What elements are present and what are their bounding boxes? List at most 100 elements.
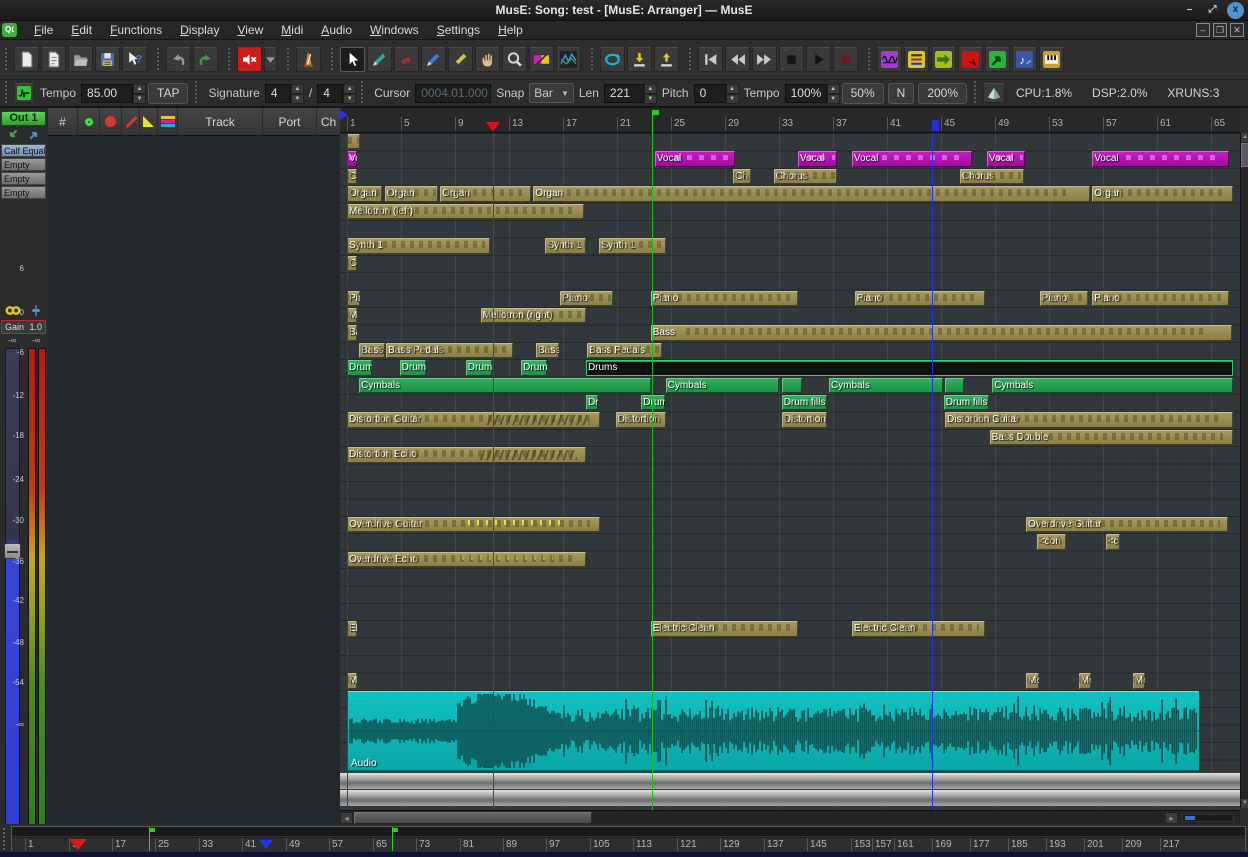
output-track-button[interactable]: Out 1 (1, 111, 46, 126)
input-routing-icon[interactable] (1, 128, 24, 142)
toolbar-grip[interactable] (4, 81, 9, 105)
overview-bar-numbers[interactable]: 1917253341495765738189971051131211291371… (12, 838, 1245, 851)
show-wave-tracks-button[interactable] (877, 47, 902, 72)
show-synth-tracks-button[interactable] (1039, 47, 1064, 72)
menu-file[interactable]: File (25, 23, 62, 37)
record-button[interactable] (833, 47, 858, 72)
part-vocal[interactable]: Vocal (798, 151, 838, 166)
vertical-scroll-thumb[interactable] (1241, 143, 1248, 167)
part-mellotron-right-[interactable]: Mellotron (right) (481, 308, 587, 323)
mdi-close-icon[interactable]: ✕ (1230, 23, 1244, 37)
whats-this-button[interactable]: ? (122, 47, 147, 72)
tempo-scale-value[interactable]: 100% (785, 84, 827, 103)
part-drum-fills[interactable]: Drum fills (944, 395, 989, 410)
part-organ[interactable]: Organ (385, 186, 438, 201)
part-me[interactable]: Me (1079, 673, 1092, 688)
len-spinbox[interactable]: 221 ▲▼ (604, 84, 657, 103)
part-me[interactable]: Me (1133, 673, 1146, 688)
part-chorus[interactable]: Chorus (774, 169, 838, 184)
part-electric-clean[interactable]: Electric Clean (651, 621, 799, 636)
part-drum[interactable]: Drum (521, 360, 547, 375)
signature-numerator[interactable]: 4 (265, 84, 291, 103)
pitch-value[interactable]: 0 (694, 84, 726, 103)
fast-forward-button[interactable] (752, 47, 777, 72)
zoom-slider[interactable] (1182, 814, 1234, 822)
part-drum[interactable]: Drum (347, 360, 372, 375)
part-overdrive-guitar[interactable]: Overdrive Guitar (347, 517, 600, 532)
toolbar-grip[interactable] (4, 48, 9, 72)
record-arm-header-icon[interactable] (78, 108, 100, 135)
part-distortion[interactable]: Distortion (782, 412, 827, 427)
part-piano[interactable]: Piano (560, 291, 613, 306)
rewind-button[interactable] (725, 47, 750, 72)
close-icon[interactable]: x (1227, 2, 1244, 19)
undo-button[interactable] (166, 47, 191, 72)
tempo-spinbox[interactable]: 85.00 ▲▼ (81, 84, 146, 103)
menu-audio[interactable]: Audio (312, 23, 361, 37)
part-me[interactable]: Me (347, 673, 357, 688)
part-piano[interactable]: Piano (1040, 291, 1089, 306)
part-mellotron-left-[interactable]: Mellotron (left) (347, 204, 584, 219)
part-dr[interactable]: Dr (586, 395, 599, 410)
play-button[interactable] (806, 47, 831, 72)
part-organ[interactable]: Organ (440, 186, 531, 201)
playhead-marker-icon[interactable] (486, 122, 500, 132)
part-vocal[interactable]: Vocal (1092, 151, 1229, 166)
part-bass[interactable]: Bass (651, 325, 1232, 340)
part-drums[interactable]: Drums (586, 360, 1233, 375)
gain-control[interactable]: Gain 1.0 (1, 320, 46, 334)
part-overdrive-guitar[interactable]: Overdrive Guitar (1026, 517, 1228, 532)
new-song-button[interactable] (14, 47, 39, 72)
scroll-right-icon[interactable]: ▸ (1165, 812, 1178, 824)
toolbar-grip[interactable] (227, 48, 232, 72)
part-ch[interactable]: Ch (347, 169, 357, 184)
minimize-icon[interactable]: – (1181, 2, 1198, 19)
overview-marker-flag-icon[interactable] (392, 827, 393, 851)
toolbar-grip[interactable] (973, 81, 978, 105)
part-unnamed[interactable] (782, 378, 803, 393)
track-number-header[interactable]: # (48, 108, 78, 135)
part-drum[interactable]: Drum (466, 360, 492, 375)
part-canvas[interactable]: VoVocalVocalVocalVocalVocalChChChorusCho… (340, 133, 1240, 810)
menu-midi[interactable]: Midi (272, 23, 312, 37)
part-distortion-guitar[interactable]: Distortion Guitar (347, 412, 600, 427)
part-vo[interactable]: Vo (347, 151, 357, 166)
toolbar-grip[interactable] (867, 48, 872, 72)
sig-den-arrows[interactable]: ▲▼ (343, 84, 356, 103)
part-unnamed[interactable] (347, 134, 360, 149)
part-me[interactable]: Me (347, 308, 357, 323)
stretch-tool-button[interactable] (448, 47, 473, 72)
mute-header-icon[interactable] (100, 108, 122, 135)
loop-end-marker-icon[interactable] (932, 120, 939, 131)
tempo-spin-arrows[interactable]: ▲▼ (133, 84, 146, 103)
menu-view[interactable]: View (228, 23, 272, 37)
pointer-tool-button[interactable] (340, 47, 365, 72)
part-bass-pedals[interactable]: Bass Pedals (386, 343, 513, 358)
scroll-down-icon[interactable]: ▼ (1241, 799, 1248, 808)
punch-in-button[interactable] (627, 47, 652, 72)
part-drum-fills[interactable]: Drum fills (782, 395, 827, 410)
part-ce[interactable]: Ce (347, 256, 357, 271)
part--c[interactable]: <c (1106, 534, 1120, 549)
tempo-scale-arrows[interactable]: ▲▼ (827, 84, 840, 103)
pitch-spinbox[interactable]: 0 ▲▼ (694, 84, 739, 103)
toolbar-grip[interactable] (194, 81, 199, 105)
menu-help[interactable]: Help (489, 23, 532, 37)
show-group-tracks-button[interactable] (931, 47, 956, 72)
effect-slot-1[interactable]: Calf Equali: (1, 144, 46, 157)
part-electric-clean[interactable]: Electric Clean (852, 621, 985, 636)
part-distortion-echo[interactable]: Distortion Echo (347, 447, 586, 462)
toolbar-grip[interactable] (360, 81, 365, 105)
overview-loop-icon[interactable] (259, 840, 273, 849)
part-piano[interactable]: Piano (1092, 291, 1229, 306)
channel-header[interactable]: Ch (317, 108, 340, 135)
mdi-minimize-icon[interactable]: – (1196, 23, 1210, 37)
timelock-header-icon[interactable] (140, 108, 158, 135)
part-organ[interactable]: Organ (533, 186, 1090, 201)
solo-header-icon[interactable] (122, 108, 140, 135)
tempo-200-button[interactable]: 200% (918, 83, 967, 104)
overview-playhead-icon[interactable] (69, 839, 87, 850)
menu-settings[interactable]: Settings (428, 23, 489, 37)
part-cymbals[interactable]: Cymbals (359, 378, 651, 393)
tempo-50-button[interactable]: 50% (842, 83, 884, 104)
